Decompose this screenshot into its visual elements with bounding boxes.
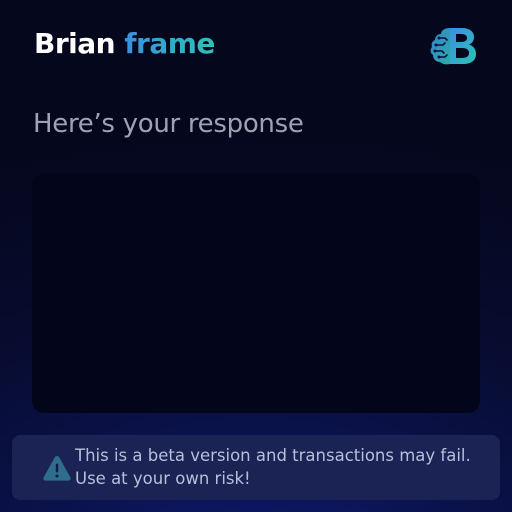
brand-name-primary: Brian: [34, 27, 116, 60]
beta-warning-text: This is a beta version and transactions …: [75, 446, 471, 488]
warning-icon: [42, 454, 72, 482]
brand-title: Brian frame: [34, 26, 215, 62]
page-title: Here’s your response: [33, 109, 304, 139]
header: Brian frame: [0, 0, 512, 90]
brand-name-secondary: frame: [124, 27, 215, 60]
beta-warning-banner: This is a beta version and transactions …: [12, 435, 500, 500]
response-output-box: [32, 174, 480, 413]
brain-b-logo-icon: [430, 24, 476, 68]
